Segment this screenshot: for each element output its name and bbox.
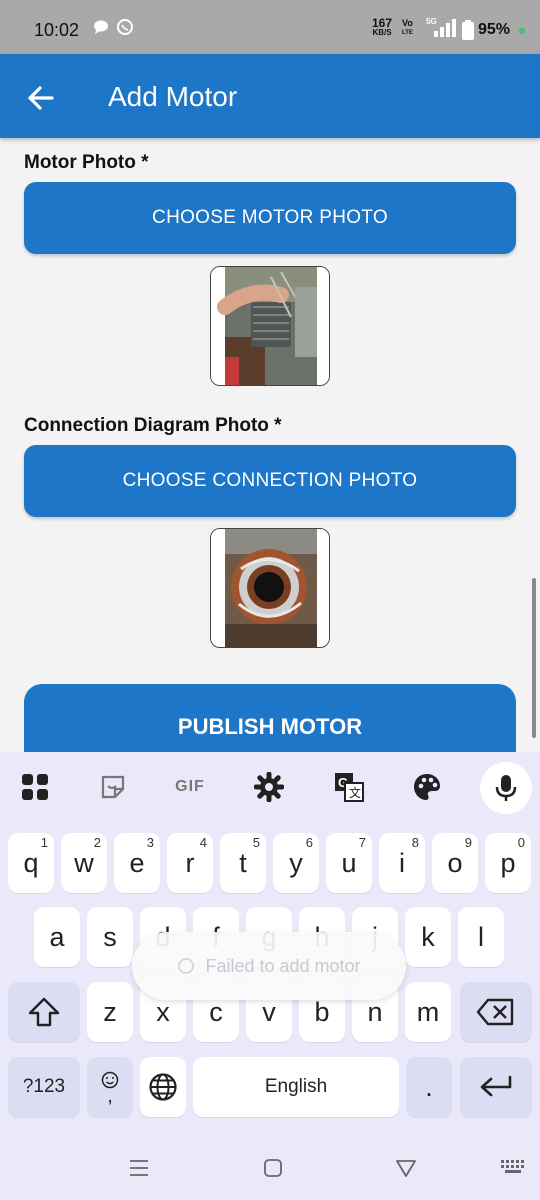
translate-icon[interactable]: G文 (332, 770, 366, 804)
apps-grid-icon[interactable] (18, 770, 52, 804)
key-t[interactable]: t5 (220, 833, 266, 893)
choose-motor-photo-button[interactable]: CHOOSE MOTOR PHOTO (24, 182, 516, 254)
battery-percentage: 95% (478, 21, 511, 38)
recent-apps-icon[interactable] (128, 1158, 150, 1178)
app-bar: Add Motor (0, 54, 540, 138)
enter-arrow-icon (480, 1075, 512, 1097)
home-icon[interactable] (262, 1157, 284, 1179)
app-icon (178, 958, 195, 974)
space-bar[interactable]: English (193, 1057, 399, 1117)
key-i[interactable]: i8 (379, 833, 425, 893)
enter-key[interactable] (460, 1057, 532, 1117)
emoji-key[interactable]: , (87, 1057, 133, 1117)
battery-icon (462, 20, 474, 45)
chat-icon (92, 18, 110, 41)
key-w[interactable]: w2 (61, 833, 107, 893)
volte-indicator: Vo LTE (402, 18, 413, 36)
globe-icon (149, 1073, 177, 1101)
key-y[interactable]: y6 (273, 833, 319, 893)
status-time: 10:02 (34, 20, 80, 40)
shift-arrow-icon (28, 997, 60, 1027)
key-q[interactable]: q1 (8, 833, 54, 893)
scrollbar-thumb[interactable] (532, 578, 536, 738)
keyboard-hide-icon[interactable] (500, 1158, 526, 1176)
network-speed: 167 KB/S (372, 16, 393, 37)
choose-connection-photo-button[interactable]: CHOOSE CONNECTION PHOTO (24, 445, 516, 517)
toast-message: Failed to add motor (205, 955, 361, 976)
key-p[interactable]: p0 (485, 833, 531, 893)
shift-key[interactable] (8, 982, 80, 1042)
key-u[interactable]: u7 (326, 833, 372, 893)
palette-icon[interactable] (410, 770, 444, 804)
gif-button[interactable]: GIF (170, 770, 210, 804)
key-a[interactable]: a (34, 907, 80, 967)
key-r[interactable]: r4 (167, 833, 213, 893)
microphone-icon (495, 775, 517, 801)
whatsapp-icon (116, 18, 134, 41)
back-triangle-icon[interactable] (395, 1158, 417, 1178)
back-button[interactable] (22, 78, 62, 118)
svg-text:文: 文 (349, 785, 361, 800)
error-toast: Failed to add motor (132, 932, 406, 1000)
symbols-key[interactable]: ?123 (8, 1057, 80, 1117)
settings-gear-icon[interactable] (252, 770, 286, 804)
microphone-button[interactable] (480, 762, 532, 814)
key-o[interactable]: o9 (432, 833, 478, 893)
key-m[interactable]: m (405, 982, 451, 1042)
motor-photo-label: Motor Photo * (24, 152, 149, 173)
language-key[interactable] (140, 1057, 186, 1117)
key-s[interactable]: s (87, 907, 133, 967)
period-key[interactable]: . (406, 1057, 452, 1117)
signal-icon: 5G (426, 17, 456, 44)
privacy-dot (519, 28, 525, 34)
connection-photo-thumbnail[interactable] (210, 528, 330, 648)
key-l[interactable]: l (458, 907, 504, 967)
arrow-left-icon (28, 86, 54, 110)
backspace-icon (476, 998, 514, 1026)
connection-diagram-label: Connection Diagram Photo * (24, 415, 282, 436)
backspace-key[interactable] (460, 982, 532, 1042)
page-title: Add Motor (108, 81, 238, 112)
motor-photo-thumbnail[interactable] (210, 266, 330, 386)
key-k[interactable]: k (405, 907, 451, 967)
key-e[interactable]: e3 (114, 833, 160, 893)
status-bar: 10:02 167 KB/S Vo LTE 5G 95% (0, 0, 540, 54)
key-z[interactable]: z (87, 982, 133, 1042)
sticker-icon[interactable] (96, 770, 130, 804)
